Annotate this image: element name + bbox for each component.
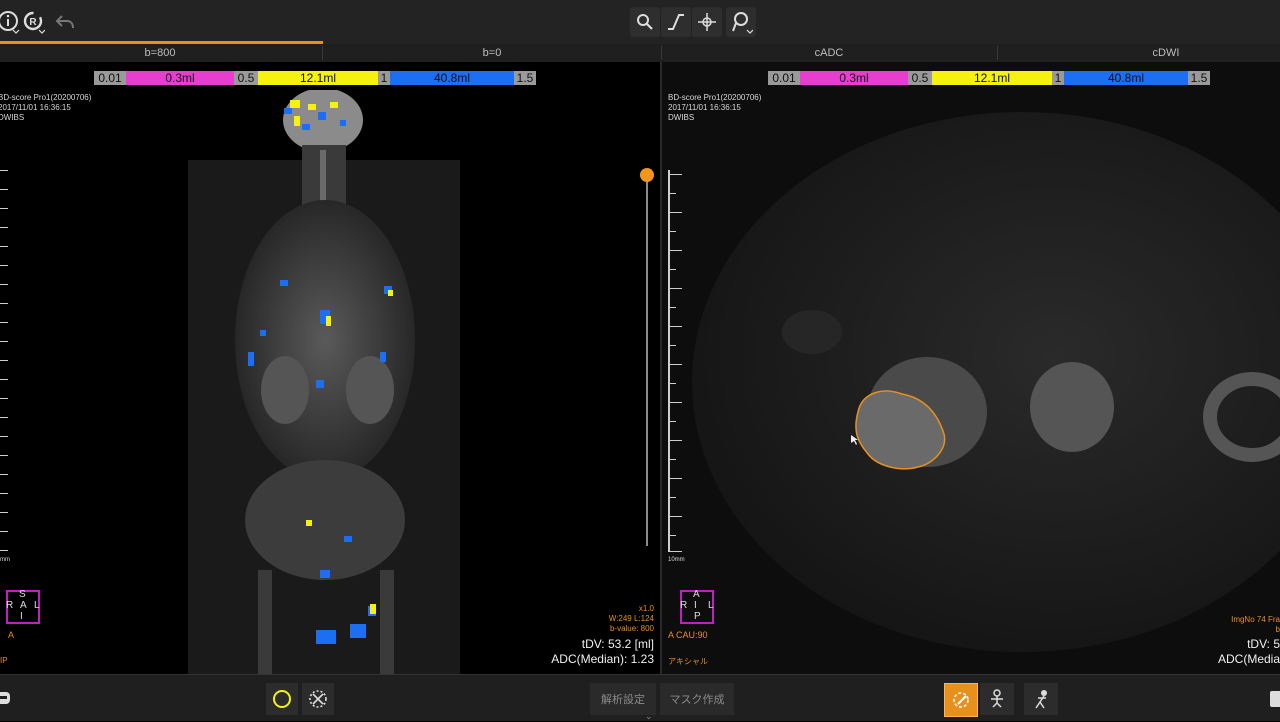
orient-left-label: R (6, 600, 14, 611)
bottom-toolbar: 解析設定 ⌄ マスク作成 (0, 674, 1280, 721)
chat-icon[interactable] (0, 683, 16, 715)
adc-median-value: ADC(Media (1217, 652, 1280, 666)
edge-button[interactable] (1270, 683, 1280, 715)
mask-create-button[interactable]: マスク作成 (660, 683, 734, 715)
scale-ruler (0, 170, 12, 556)
window-level-icon[interactable] (661, 7, 691, 37)
b-value-readout: b (1275, 625, 1280, 634)
orient-top-label: S (19, 589, 26, 600)
left-viewport-coronal[interactable]: 0.01 0.3ml 0.5 12.1ml 1 40.8ml 1.5 BD-sc… (0, 62, 660, 674)
slice-slider-track[interactable] (646, 178, 648, 546)
zoom-icon[interactable] (630, 7, 660, 37)
b-value-readout: b-value: 800 (609, 624, 654, 633)
adc-median-value: ADC(Median): 1.23 (551, 652, 654, 666)
ruler-label: mm (0, 557, 10, 563)
colorbar-yellow-volume: 12.1ml (258, 71, 378, 85)
circle-icon (273, 690, 291, 708)
dotted-cross-circle-icon (309, 690, 327, 708)
colorbar-threshold-1: 0.5 (908, 71, 932, 85)
image-number-readout: ImgNo 74 Fra (1231, 615, 1280, 624)
series-info-date: 2017/11/01 16:36:15 (668, 103, 741, 112)
orientation-indicator: S R A L I (6, 589, 40, 624)
body-icon (991, 689, 1003, 708)
right-viewport-axial[interactable]: 0.01 0.3ml 0.5 12.1ml 1 40.8ml 1.5 BD-sc… (662, 62, 1280, 674)
tab-b800[interactable]: b=800 (0, 44, 320, 62)
tab-cadc[interactable]: cADC (662, 44, 996, 62)
top-toolbar: R (0, 0, 1280, 44)
svg-text:R: R (29, 17, 37, 28)
orient-center-label: I (694, 600, 697, 611)
circle-roi-button[interactable] (266, 683, 298, 715)
series-info-date: 2017/11/01 16:36:15 (0, 103, 71, 112)
series-info-sequence: DWIBS (0, 113, 25, 122)
orient-top-label: A (693, 589, 700, 600)
slice-slider-handle[interactable] (640, 168, 654, 182)
colorbar-threshold-2: 1 (378, 71, 390, 85)
series-info-title: BD-score Pro1(20200706) (668, 93, 762, 102)
colorbar-max: 1.5 (1188, 71, 1210, 85)
body-model-button[interactable] (980, 683, 1014, 715)
series-info: BD-score Pro1(20200706) 2017/11/01 16:36… (0, 93, 91, 123)
tdv-value: tDV: 53.2 [ml] (581, 637, 654, 651)
auto-segment-button[interactable] (944, 683, 978, 717)
colorbar-min: 0.01 (768, 71, 800, 85)
color-bar: 0.01 0.3ml 0.5 12.1ml 1 40.8ml 1.5 (768, 71, 1210, 85)
orientation-indicator: A R I L P (680, 589, 714, 624)
display-params: ImgNo 74 Fra b (1231, 615, 1280, 635)
plane-label: アキシャル (668, 657, 708, 666)
chevron-down-icon[interactable]: ⌄ (645, 711, 653, 722)
rotate-icon[interactable]: R (18, 7, 48, 37)
orient-caption: A CAU:90 (668, 630, 708, 640)
pencil-roi-icon (953, 692, 969, 708)
colorbar-yellow-volume: 12.1ml (932, 71, 1052, 85)
tab-cdwi[interactable]: cDWI (998, 44, 1280, 62)
roi-pin-icon[interactable] (726, 7, 756, 37)
orient-bottom-label: I (20, 611, 23, 622)
tab-b0[interactable]: b=0 (324, 44, 660, 62)
colorbar-threshold-1: 0.5 (234, 71, 258, 85)
coronal-mip-image (188, 90, 460, 674)
window-level-readout: W:249 L:124 (608, 614, 654, 623)
colorbar-min: 0.01 (94, 71, 126, 85)
display-params: x1.0 W:249 L:124 b-value: 800 (609, 604, 654, 634)
colorbar-blue-volume: 40.8ml (390, 71, 514, 85)
colorbar-blue-volume: 40.8ml (1064, 71, 1188, 85)
series-info: BD-score Pro1(20200706) 2017/11/01 16:36… (668, 93, 761, 123)
tdv-value: tDV: 5 (1247, 637, 1280, 651)
colorbar-threshold-2: 1 (1052, 71, 1064, 85)
volume-stats: tDV: 53.2 [ml] ADC(Median): 1.23 (551, 637, 654, 667)
scale-ruler (668, 174, 682, 552)
ruler-label: 10mm (668, 557, 685, 563)
series-info-title: BD-score Pro1(20200706) (0, 93, 92, 102)
colorbar-max: 1.5 (514, 71, 536, 85)
pan-icon[interactable] (692, 7, 722, 37)
orient-bottom-label: P (694, 611, 701, 622)
colorbar-magenta-volume: 0.3ml (800, 71, 908, 85)
undo-icon[interactable] (50, 7, 80, 37)
axial-image (692, 112, 1280, 652)
tab-divider (322, 46, 323, 60)
erase-roi-button[interactable] (302, 683, 334, 715)
orient-left-label: R (680, 600, 688, 611)
skeleton-button[interactable] (1024, 683, 1058, 715)
orient-right-label: L (34, 600, 40, 611)
skeleton-icon (1035, 690, 1047, 709)
orient-right-label: L (708, 600, 714, 611)
color-bar: 0.01 0.3ml 0.5 12.1ml 1 40.8ml 1.5 (94, 71, 536, 85)
series-info-sequence: DWIBS (668, 113, 695, 122)
projection-label: IP (0, 656, 8, 665)
colorbar-magenta-volume: 0.3ml (126, 71, 234, 85)
orient-caption: A (8, 630, 15, 640)
series-tabs: b=800 b=0 cADC cDWI (0, 44, 1280, 63)
volume-stats: tDV: 5 ADC(Media (1218, 637, 1280, 667)
zoom-readout: x1.0 (638, 604, 654, 613)
